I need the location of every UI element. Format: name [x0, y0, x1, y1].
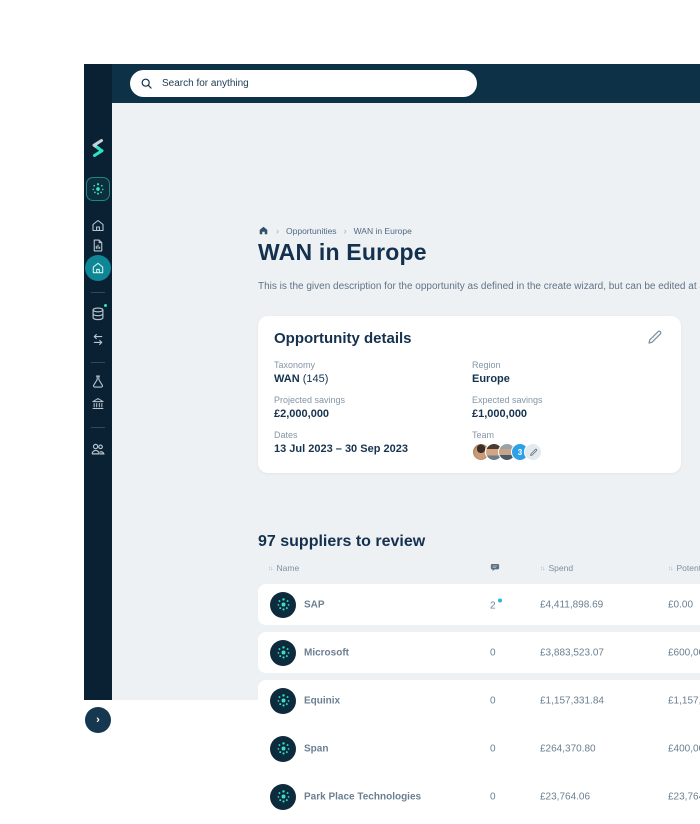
- savings-value: £400,000.00: [668, 743, 700, 754]
- field-region-value: Europe: [472, 373, 510, 385]
- table-header: ↑↓ Name ↑↓ Spend ↑↓ Potential savings ↑↓…: [258, 563, 700, 579]
- search-icon: [140, 77, 153, 90]
- opportunity-details-card: Opportunity details Taxonomy WAN (145) P…: [258, 316, 681, 473]
- field-column-2: Region Europe Expected savings £1,000,00…: [472, 360, 543, 461]
- field-dates-value: 13 Jul 2023 – 30 Sep 2023: [274, 443, 408, 455]
- edit-icon[interactable]: [646, 329, 663, 346]
- table-row-microsoft[interactable]: Microsoft 0 £3,883,523.07 £600,000.00 !: [258, 632, 700, 673]
- sidebar: ›: [84, 64, 112, 733]
- spend-value: £23,764.06: [540, 791, 591, 802]
- sort-icon: ↑↓: [268, 564, 273, 572]
- chevron-right-icon: ›: [276, 225, 279, 236]
- field-taxonomy: Taxonomy WAN (145) Projected savings £2,…: [274, 360, 664, 455]
- search-input[interactable]: [160, 77, 467, 90]
- unread-dot: [497, 598, 502, 602]
- supplier-name: Microsoft: [304, 647, 349, 658]
- sidebar-item-data[interactable]: [90, 303, 108, 322]
- table-row-equinix[interactable]: Equinix 0 £1,157,331.84 £1,157,331.84 10: [258, 680, 700, 721]
- sort-icon: ↑↓: [540, 564, 545, 572]
- notification-dot: [103, 303, 108, 308]
- sidebar-item-team[interactable]: [90, 441, 106, 457]
- supplier-logo-icon: [270, 687, 296, 714]
- table-row-sap[interactable]: SAP 2 £4,411,898.69 £0.00 39: [258, 584, 700, 625]
- sidebar-item-opportunities-app[interactable]: [86, 177, 110, 201]
- column-name[interactable]: ↑↓ Name: [268, 563, 299, 573]
- supplier-logo-icon: [270, 591, 296, 618]
- table-row-span[interactable]: Span 0 £264,370.80 £400,000.00 10: [258, 728, 700, 769]
- home-icon[interactable]: [258, 225, 269, 236]
- breadcrumb-opportunities[interactable]: Opportunities: [286, 226, 337, 236]
- comment-count: 0: [490, 647, 496, 658]
- spend-value: £264,370.80: [540, 743, 596, 754]
- page-title: WAN in Europe: [258, 239, 427, 265]
- spend-value: £3,883,523.07: [540, 647, 604, 658]
- sidebar-item-lab[interactable]: [91, 374, 106, 389]
- sidebar-item-reports[interactable]: [91, 238, 106, 253]
- supplier-name: SAP: [304, 599, 325, 610]
- team-avatars: 3: [472, 443, 543, 461]
- sort-icon: ↑↓: [668, 564, 673, 572]
- field-team-label: Team: [472, 430, 495, 440]
- sidebar-item-transfers[interactable]: [91, 332, 106, 347]
- chevron-right-icon: ›: [343, 225, 347, 236]
- supplier-name: Equinix: [304, 695, 341, 706]
- field-expected-label: Expected savings: [472, 395, 543, 405]
- column-spend[interactable]: ↑↓ Spend: [540, 563, 573, 573]
- breadcrumb: › Opportunities › WAN in Europe: [258, 225, 412, 236]
- main-content: › Opportunities › WAN in Europe WAN in E…: [112, 103, 700, 817]
- supplier-logo-icon: [270, 735, 296, 762]
- supplier-logo-icon: [270, 639, 296, 666]
- suppliers-heading: 97 suppliers to review: [258, 533, 426, 550]
- global-search[interactable]: [130, 70, 477, 97]
- supplier-name: Park Place Technologies: [304, 791, 422, 802]
- sidebar-divider: [91, 292, 105, 293]
- topbar: [112, 64, 700, 103]
- savings-value: £1,157,331.84: [668, 695, 700, 706]
- spend-value: £1,157,331.84: [540, 695, 604, 706]
- field-projected-value: £2,000,000: [274, 408, 330, 420]
- comment-count: 0: [490, 695, 496, 706]
- sidebar-divider: [91, 427, 105, 428]
- field-expected-value: £1,000,000: [472, 408, 528, 420]
- comment-count: 0: [490, 743, 496, 754]
- sidebar-expand-button[interactable]: ›: [85, 707, 111, 733]
- card-title: Opportunity details: [274, 330, 412, 347]
- comment-count: 2: [490, 598, 502, 611]
- column-comments[interactable]: [490, 563, 501, 573]
- supplier-name: Span: [304, 743, 329, 754]
- sidebar-item-opportunity-home-active[interactable]: [85, 255, 111, 281]
- table-row-park-place[interactable]: Park Place Technologies 0 £23,764.06 £23…: [258, 776, 700, 817]
- sidebar-item-bank[interactable]: [91, 396, 106, 411]
- comment-icon: [490, 564, 500, 572]
- savings-value: £0.00: [668, 599, 694, 610]
- breadcrumb-current: WAN in Europe: [353, 225, 412, 236]
- supplier-rows: SAP 2 £4,411,898.69 £0.00 39 Microsoft 0…: [258, 584, 700, 824]
- company-logo-icon: [87, 137, 109, 159]
- supplier-logo-icon: [270, 783, 296, 810]
- edit-team-icon[interactable]: [524, 443, 542, 461]
- field-dates-label: Dates: [274, 430, 298, 440]
- field-region-label: Region: [472, 360, 501, 370]
- comment-count: 0: [490, 791, 496, 802]
- field-projected-label: Projected savings: [274, 395, 346, 405]
- column-potential-savings[interactable]: ↑↓ Potential savings: [668, 563, 700, 573]
- savings-value: £600,000.00: [668, 647, 700, 658]
- spend-value: £4,411,898.69: [540, 599, 604, 610]
- sidebar-item-home[interactable]: [91, 218, 106, 233]
- sidebar-divider: [91, 362, 105, 363]
- page-description: This is the given description for the op…: [258, 281, 700, 292]
- savings-value: £23,764.06: [668, 791, 700, 802]
